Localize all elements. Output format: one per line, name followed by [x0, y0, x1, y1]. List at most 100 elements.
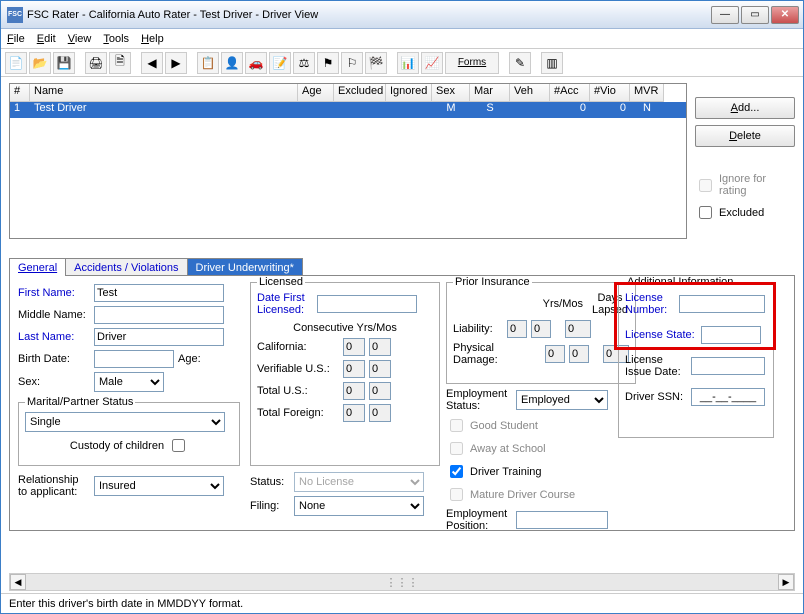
tab-accidents[interactable]: Accidents / Violations — [65, 258, 187, 276]
license-number-label: License Number: — [625, 292, 675, 316]
col-name[interactable]: Name — [30, 84, 298, 102]
flag2-icon[interactable]: ⚐ — [341, 52, 363, 74]
filing-select[interactable]: None — [294, 496, 424, 516]
chart1-icon[interactable]: 📊 — [397, 52, 419, 74]
tus-years — [343, 382, 365, 400]
grid-row[interactable]: 1 Test Driver M S 0 0 N — [10, 102, 686, 118]
age-label: Age: — [178, 353, 201, 365]
tab-underwriting[interactable]: Driver Underwriting* — [187, 258, 303, 276]
minimize-button[interactable]: — — [711, 6, 739, 24]
birth-date-label: Birth Date: — [18, 353, 90, 365]
good-student-checkbox — [450, 419, 463, 432]
chart2-icon[interactable]: 📈 — [421, 52, 443, 74]
print-icon[interactable]: 🖨 — [85, 52, 107, 74]
license-status-select: No License — [294, 472, 424, 492]
person-icon[interactable]: 👤 — [221, 52, 243, 74]
mature-course-checkbox — [450, 488, 463, 501]
nav-next-icon[interactable]: ▶ — [165, 52, 187, 74]
driver-training-checkbox[interactable] — [450, 465, 463, 478]
col-mvr[interactable]: MVR — [630, 84, 664, 102]
preview-icon[interactable]: 🗎 — [109, 52, 131, 74]
scroll-left-icon[interactable]: ◀ — [10, 574, 26, 590]
menu-file[interactable]: File — [7, 33, 25, 45]
tfor-years — [343, 404, 365, 422]
prior-insurance-fieldset: Prior Insurance Yrs/MosDays Lapsed Liabi… — [446, 276, 636, 384]
menu-help[interactable]: Help — [141, 33, 164, 45]
ignore-checkbox — [699, 179, 712, 192]
new-icon[interactable]: 📄 — [5, 52, 27, 74]
license-issue-date-input[interactable] — [691, 357, 765, 375]
flag3-icon[interactable]: 🏁 — [365, 52, 387, 74]
edit-icon[interactable]: ✎ — [509, 52, 531, 74]
save-icon[interactable]: 💾 — [53, 52, 75, 74]
car-icon[interactable]: 🚗 — [245, 52, 267, 74]
middle-name-label: Middle Name: — [18, 309, 90, 321]
menu-edit[interactable]: Edit — [37, 33, 56, 45]
close-button[interactable]: ✕ — [771, 6, 799, 24]
maximize-button[interactable]: ▭ — [741, 6, 769, 24]
col-mar[interactable]: Mar — [470, 84, 510, 102]
open-icon[interactable]: 📂 — [29, 52, 51, 74]
col-nacc[interactable]: #Acc — [550, 84, 590, 102]
last-name-label: Last Name: — [18, 331, 90, 343]
licensed-fieldset: Licensed Date First Licensed: Consecutiv… — [250, 276, 440, 466]
status-text: Enter this driver's birth date in MMDDYY… — [9, 598, 243, 610]
app-window: FSC FSC Rater - California Auto Rater - … — [0, 0, 804, 614]
tus-months — [369, 382, 391, 400]
nav-prev-icon[interactable]: ◀ — [141, 52, 163, 74]
statusbar: Enter this driver's birth date in MMDDYY… — [1, 593, 803, 613]
driver-ssn-input[interactable] — [691, 388, 765, 406]
employment-status-select[interactable]: Employed — [516, 390, 608, 410]
horizontal-scrollbar[interactable]: ◀ ⋮⋮⋮ ▶ — [9, 573, 795, 591]
marital-select[interactable]: Single — [25, 412, 225, 432]
birth-date-input[interactable] — [94, 350, 174, 368]
license-state-input[interactable] — [701, 326, 761, 344]
add-button[interactable]: Add... — [695, 97, 795, 119]
scroll-right-icon[interactable]: ▶ — [778, 574, 794, 590]
col-num[interactable]: # — [10, 84, 30, 102]
toolbar: 📄 📂 💾 🖨 🗎 ◀ ▶ 📋 👤 🚗 📝 ⚖ ⚑ ⚐ 🏁 📊 📈 Forms … — [1, 49, 803, 77]
menu-tools[interactable]: Tools — [103, 33, 129, 45]
marital-fieldset: Marital/Partner Status Single Custody of… — [18, 396, 240, 466]
excluded-checkbox-row[interactable]: Excluded — [695, 203, 795, 222]
col-ignored[interactable]: Ignored — [386, 84, 432, 102]
delete-button[interactable]: Delete — [695, 125, 795, 147]
tab-general[interactable]: General — [9, 258, 66, 276]
col-veh[interactable]: Veh — [510, 84, 550, 102]
col-age[interactable]: Age — [298, 84, 334, 102]
ca-years — [343, 338, 365, 356]
custody-checkbox[interactable] — [172, 439, 185, 452]
general-panel: First Name: Middle Name: Last Name: Birt… — [9, 275, 795, 531]
vus-months — [369, 360, 391, 378]
relationship-select[interactable]: Insured — [94, 476, 224, 496]
col-sex[interactable]: Sex — [432, 84, 470, 102]
last-name-input[interactable] — [94, 328, 224, 346]
col-excluded[interactable]: Excluded — [334, 84, 386, 102]
drivers-grid[interactable]: # Name Age Excluded Ignored Sex Mar Veh … — [9, 83, 687, 239]
note-icon[interactable]: 📝 — [269, 52, 291, 74]
relationship-label: Relationship to applicant: — [18, 474, 90, 498]
grid-header: # Name Age Excluded Ignored Sex Mar Veh … — [10, 84, 686, 102]
window-title: FSC Rater - California Auto Rater - Test… — [27, 9, 711, 21]
col-nvio[interactable]: #Vio — [590, 84, 630, 102]
date-first-licensed-input[interactable] — [317, 295, 417, 313]
copy-icon[interactable]: 📋 — [197, 52, 219, 74]
forms-button[interactable]: Forms — [445, 52, 499, 74]
app-icon: FSC — [7, 7, 23, 23]
sex-select[interactable]: Male — [94, 372, 164, 392]
columns-icon[interactable]: ▥ — [541, 52, 563, 74]
flag1-icon[interactable]: ⚑ — [317, 52, 339, 74]
date-first-licensed-label: Date First Licensed: — [257, 292, 313, 316]
ignore-checkbox-row: Ignore for rating — [695, 173, 795, 197]
employment-position-input[interactable] — [516, 511, 608, 529]
driver-ssn-label: Driver SSN: — [625, 391, 687, 403]
first-name-input[interactable] — [94, 284, 224, 302]
menu-view[interactable]: View — [68, 33, 92, 45]
middle-name-input[interactable] — [94, 306, 224, 324]
license-issue-date-label: License Issue Date: — [625, 354, 687, 378]
balance-icon[interactable]: ⚖ — [293, 52, 315, 74]
license-number-input[interactable] — [679, 295, 765, 313]
excluded-checkbox[interactable] — [699, 206, 712, 219]
additional-info-fieldset: Additional Information License Number: L… — [618, 276, 774, 438]
tfor-months — [369, 404, 391, 422]
